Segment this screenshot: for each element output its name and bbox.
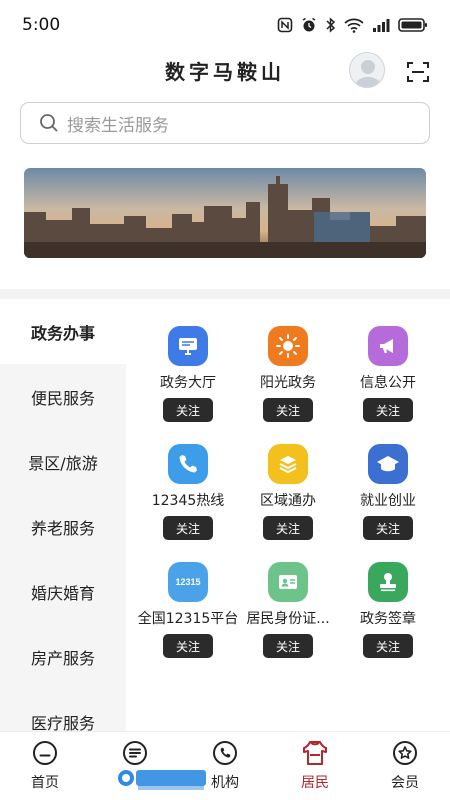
service-label: 信息公开 bbox=[360, 375, 416, 391]
service-item[interactable]: 居民身份证... 关注 bbox=[238, 562, 338, 680]
nav-label: 会员 bbox=[391, 775, 419, 791]
alarm-icon bbox=[302, 17, 316, 32]
layers-icon bbox=[268, 444, 308, 484]
category-list: 政务办事 便民服务 景区/旅游 养老服务 婚庆婚育 房产服务 医疗服务 bbox=[0, 299, 126, 731]
seal-icon bbox=[368, 562, 408, 602]
service-label: 12345热线 bbox=[151, 493, 225, 509]
monitor-icon bbox=[168, 326, 208, 366]
follow-button[interactable]: 关注 bbox=[263, 398, 313, 422]
service-label: 区域通办 bbox=[260, 493, 316, 509]
category-item-gov-affairs[interactable]: 政务办事 bbox=[0, 299, 126, 364]
id-card-icon bbox=[268, 562, 308, 602]
nav-label: 首页 bbox=[31, 775, 59, 791]
avatar[interactable] bbox=[349, 52, 385, 88]
phone-circle-icon bbox=[213, 741, 237, 765]
scan-icon[interactable] bbox=[406, 60, 430, 84]
nav-label: 机构 bbox=[211, 775, 239, 791]
bottom-nav: 首页 机构 居民 会员 bbox=[0, 731, 450, 800]
list-icon bbox=[123, 741, 147, 765]
service-label: 政务大厅 bbox=[160, 375, 216, 391]
category-item-tourism[interactable]: 景区/旅游 bbox=[0, 429, 126, 494]
category-item-elderly-care[interactable]: 养老服务 bbox=[0, 494, 126, 559]
watermark-logo bbox=[118, 770, 206, 790]
search-icon bbox=[40, 114, 58, 132]
follow-button[interactable]: 关注 bbox=[263, 634, 313, 658]
follow-button[interactable]: 关注 bbox=[163, 398, 213, 422]
nav-residents[interactable]: 居民 bbox=[270, 732, 360, 800]
sun-icon bbox=[268, 326, 308, 366]
nav-member[interactable]: 会员 bbox=[360, 732, 450, 800]
follow-button[interactable]: 关注 bbox=[363, 398, 413, 422]
service-label: 居民身份证... bbox=[246, 611, 330, 627]
graduation-cap-icon bbox=[368, 444, 408, 484]
nav-home[interactable]: 首页 bbox=[0, 732, 90, 800]
service-item[interactable]: 12345热线 关注 bbox=[138, 444, 238, 562]
service-item[interactable]: 阳光政务 关注 bbox=[238, 326, 338, 444]
wifi-icon bbox=[344, 18, 364, 33]
category-item-marriage[interactable]: 婚庆婚育 bbox=[0, 559, 126, 624]
app-header: 数字马鞍山 bbox=[0, 50, 450, 96]
nav-label: 居民 bbox=[301, 775, 329, 791]
service-item[interactable]: 就业创业 关注 bbox=[338, 444, 438, 562]
phone-icon bbox=[168, 444, 208, 484]
service-item[interactable]: 12315 全国12315平台 关注 bbox=[138, 562, 238, 680]
status-time: 5:00 bbox=[22, 15, 61, 35]
bluetooth-icon bbox=[326, 17, 336, 33]
battery-icon bbox=[398, 18, 427, 32]
follow-button[interactable]: 关注 bbox=[263, 516, 313, 540]
service-item[interactable]: 信息公开 关注 bbox=[338, 326, 438, 444]
search-input[interactable]: 搜索生活服务 bbox=[20, 102, 430, 144]
status-bar: 5:00 bbox=[0, 0, 450, 50]
service-label: 政务签章 bbox=[360, 611, 416, 627]
category-item-medical[interactable]: 医疗服务 bbox=[0, 689, 126, 732]
follow-button[interactable]: 关注 bbox=[163, 634, 213, 658]
resident-icon bbox=[303, 741, 327, 765]
nfc-icon bbox=[277, 17, 293, 33]
service-label: 阳光政务 bbox=[260, 375, 316, 391]
follow-button[interactable]: 关注 bbox=[163, 516, 213, 540]
follow-button[interactable]: 关注 bbox=[363, 516, 413, 540]
banner-image[interactable] bbox=[24, 168, 426, 258]
service-item[interactable]: 政务大厅 关注 bbox=[138, 326, 238, 444]
category-item-housing[interactable]: 房产服务 bbox=[0, 624, 126, 689]
service-item[interactable]: 政务签章 关注 bbox=[338, 562, 438, 680]
service-item[interactable]: 区域通办 关注 bbox=[238, 444, 338, 562]
service-label: 就业创业 bbox=[360, 493, 416, 509]
category-item-convenience[interactable]: 便民服务 bbox=[0, 364, 126, 429]
status-icons bbox=[277, 17, 428, 33]
service-grid: 政务大厅 关注 阳光政务 关注 信息公开 关注 12345热线 关注 区域通办 … bbox=[138, 326, 438, 680]
search-placeholder: 搜索生活服务 bbox=[67, 115, 169, 136]
signal-icon bbox=[373, 19, 390, 32]
service-label: 全国12315平台 bbox=[137, 611, 239, 627]
home-icon bbox=[33, 741, 57, 765]
section-divider bbox=[0, 289, 450, 299]
megaphone-icon bbox=[368, 326, 408, 366]
badge-12315-icon: 12315 bbox=[168, 562, 208, 602]
follow-button[interactable]: 关注 bbox=[363, 634, 413, 658]
member-star-icon bbox=[393, 741, 417, 765]
